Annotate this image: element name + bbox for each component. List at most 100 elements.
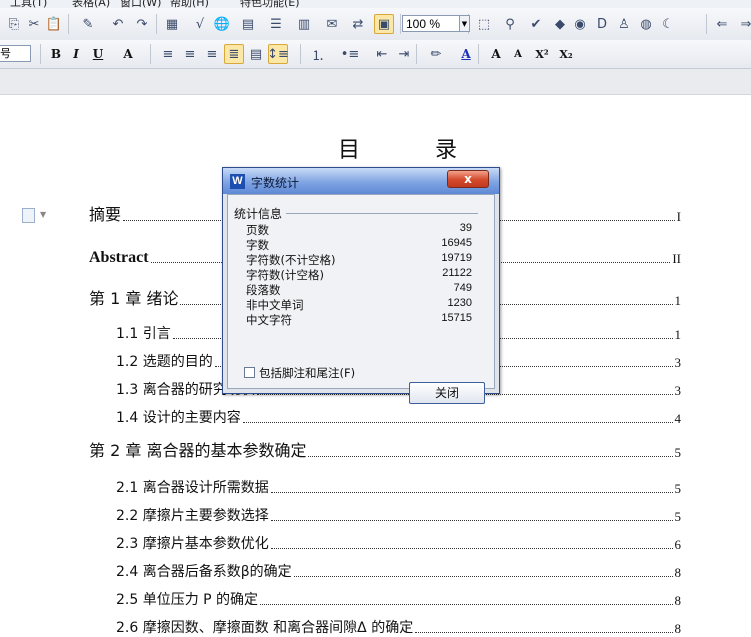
stat-row: 字数 16945 <box>246 237 476 252</box>
subscript-button[interactable]: X₂ <box>556 44 576 64</box>
style-combobox[interactable]: 号 <box>0 45 31 62</box>
underline-button[interactable]: U <box>88 44 108 64</box>
toc-page-number: I <box>676 209 681 224</box>
dialog-body: 统计信息 页数 39 字数 16945 字符数(不计空格) 19719 字符数(计空格) 21… <box>227 194 495 404</box>
comment-icon[interactable]: ✉ <box>322 14 342 34</box>
toolbar-separator <box>150 44 151 64</box>
shrink-font-button[interactable]: A <box>508 44 528 64</box>
toc-page-number: 5 <box>674 481 682 496</box>
table-grid-icon[interactable]: ▤ <box>238 14 258 34</box>
stat-value: 16945 <box>441 237 472 249</box>
cut-icon[interactable]: ✂ <box>24 14 44 34</box>
zoom-combobox[interactable]: 100 % <box>402 15 460 32</box>
highlight-icon[interactable]: ✏ <box>426 44 446 64</box>
wps-icon[interactable]: ◉ <box>570 14 590 34</box>
dialog-close-button[interactable]: x <box>447 170 489 188</box>
toolbar-separator <box>156 14 157 34</box>
toc-entry[interactable]: 2.5 单位压力 P 的确定 8 <box>116 587 681 609</box>
align-center-icon[interactable]: ≡ <box>180 44 200 64</box>
superscript-button[interactable]: X² <box>532 44 552 64</box>
grow-font-button[interactable]: A <box>486 44 506 64</box>
decrease-indent-icon[interactable]: ⇤ <box>372 44 392 64</box>
track-changes-icon[interactable]: ⇄ <box>348 14 368 34</box>
toc-entry-title: 1.2 选题的目的 <box>116 351 213 371</box>
undo-icon[interactable]: ↶ <box>108 14 128 34</box>
dialog-titlebar[interactable]: W 字数统计 x <box>223 168 499 194</box>
page-view-icon[interactable]: ▣ <box>374 14 394 34</box>
bubble-icon[interactable]: ◍ <box>636 14 656 34</box>
redo-icon[interactable]: ↷ <box>132 14 152 34</box>
hyperlink-icon[interactable]: 🌐 <box>212 14 232 34</box>
toc-entry[interactable]: 2.3 摩擦片基本参数优化 6 <box>116 531 681 553</box>
include-footnotes-label[interactable]: 包括脚注和尾注(F) <box>259 365 355 381</box>
toc-entry[interactable]: 2.6 摩擦因数、摩擦面数 和离合器间隙Δ 的确定 8 <box>116 615 681 637</box>
toolbar-separator <box>416 44 417 64</box>
align-justify-icon[interactable]: ≣ <box>224 44 244 64</box>
stat-label: 字符数(不计空格) <box>246 253 336 267</box>
arrow-right-icon[interactable]: ⇒ <box>736 14 751 34</box>
toc-entry[interactable]: 2.2 摩擦片主要参数选择 5 <box>116 503 681 525</box>
toolbar-separator <box>478 44 479 64</box>
table-icon[interactable]: ▦ <box>162 14 182 34</box>
chevron-down-icon[interactable]: ▼ <box>40 210 46 219</box>
line-spacing-icon[interactable]: ↕≡ <box>267 44 289 64</box>
zoom-dropdown-arrow[interactable]: ▼ <box>460 15 470 32</box>
columns-icon[interactable]: ☰ <box>266 14 286 34</box>
stat-value: 21122 <box>442 267 472 279</box>
spellcheck-icon[interactable]: ✔ <box>526 14 546 34</box>
increase-indent-icon[interactable]: ⇥ <box>394 44 414 64</box>
toc-entry[interactable]: 第 2 章 离合器的基本参数确定 5 <box>89 437 681 461</box>
toc-page-number: 1 <box>674 293 682 308</box>
bullet-list-icon[interactable]: •≡ <box>340 44 360 64</box>
translate-icon[interactable]: D <box>592 14 612 34</box>
toc-entry[interactable]: 1.4 设计的主要内容 4 <box>116 405 681 427</box>
toc-entry[interactable]: 2.4 离合器后备系数β的确定 8 <box>116 559 681 581</box>
menu-item[interactable]: 窗口(W) <box>120 0 161 8</box>
menu-item[interactable]: 帮助(H) <box>170 0 209 8</box>
shapes-icon[interactable]: ◆ <box>550 14 570 34</box>
stat-label: 非中文单词 <box>246 298 304 312</box>
numbered-list-icon[interactable]: ⒈ <box>308 44 328 64</box>
toc-entry-title: 2.2 摩擦片主要参数选择 <box>116 505 269 525</box>
paste-icon[interactable]: 📋 <box>44 14 64 34</box>
toc-page-number: 1 <box>674 327 682 342</box>
format-painter-icon[interactable]: ✎ <box>78 14 98 34</box>
menu-item[interactable]: 特色功能(E) <box>240 0 300 8</box>
align-right-icon[interactable]: ≡ <box>202 44 222 64</box>
copy-icon[interactable]: ⎘ <box>4 14 24 34</box>
toc-entry-title: 2.5 单位压力 P 的确定 <box>116 589 259 609</box>
align-left-icon[interactable]: ≡ <box>158 44 178 64</box>
drawing-icon[interactable]: ⬚ <box>474 14 494 34</box>
font-color-button[interactable]: A <box>456 44 476 64</box>
distributed-align-icon[interactable]: ▤ <box>246 44 266 64</box>
stat-value: 1230 <box>447 297 472 309</box>
group-divider <box>286 213 478 214</box>
toc-entry[interactable]: 2.1 离合器设计所需数据 5 <box>116 475 681 497</box>
toolbar-separator <box>400 14 401 34</box>
toc-leader-dots <box>242 422 673 423</box>
menu-item[interactable]: 表格(A) <box>72 0 110 8</box>
bold-button[interactable]: B <box>46 44 66 64</box>
close-button[interactable]: 关闭 <box>409 382 485 404</box>
include-footnotes-checkbox[interactable] <box>244 367 255 378</box>
arrow-left-icon[interactable]: ⇐ <box>712 14 732 34</box>
menu-item[interactable]: 工具(T) <box>10 0 47 8</box>
italic-button[interactable]: I <box>66 44 86 64</box>
toc-entry-title: 2.4 离合器后备系数β的确定 <box>116 561 292 581</box>
toc-page-number: 3 <box>674 383 682 398</box>
moon-icon[interactable]: ☾ <box>658 14 678 34</box>
stat-label: 中文字符 <box>246 313 292 327</box>
toc-leader-dots <box>293 576 673 577</box>
formula-icon[interactable]: √ <box>190 14 210 34</box>
font-size-up-button[interactable]: A <box>118 44 138 64</box>
chart-icon[interactable]: ▥ <box>294 14 314 34</box>
find-icon[interactable]: ⚲ <box>500 14 520 34</box>
shirt-icon[interactable]: ♙ <box>614 14 634 34</box>
toc-page-number: 3 <box>674 355 682 370</box>
stat-label: 字数 <box>246 238 269 252</box>
document-icon[interactable] <box>22 208 35 223</box>
toc-entry-title: 摘要 <box>89 201 122 225</box>
standard-toolbar: ⎘ ✂ 📋 ✎ ↶ ↷ ▦ √ 🌐 ▤ ☰ ▥ ✉ ⇄ ▣ ⬚ ⚲ ✔ ◆ ◉ D ♙ ◍ ☾ ⇐ ⇒ 100 % ▼ <box>0 8 751 41</box>
toc-entry-title: 2.6 摩擦因数、摩擦面数 和离合器间隙Δ 的确定 <box>116 617 414 637</box>
stat-label: 字符数(计空格) <box>246 268 324 282</box>
